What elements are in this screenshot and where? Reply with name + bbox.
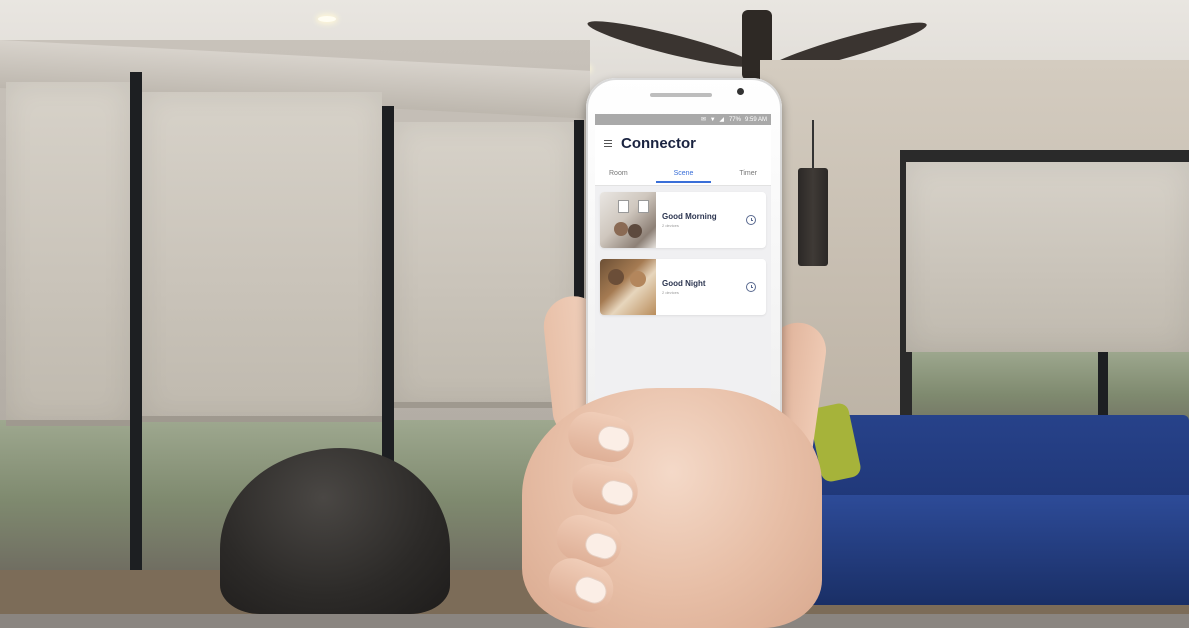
- scene-thumbnail: [600, 259, 656, 315]
- scene-subtitle: 2 devices: [662, 223, 679, 228]
- tab-bar: Room Scene Timer: [595, 161, 771, 186]
- scene-name: Good Night: [662, 279, 706, 288]
- ceiling-downlight: [318, 16, 336, 22]
- shade-bottom-bar: [142, 416, 382, 422]
- fingernail: [582, 529, 620, 563]
- scene-name: Good Morning: [662, 212, 717, 221]
- status-bar: ✉ ▼ ◢ 77% 9:59 AM: [595, 114, 771, 125]
- tab-room[interactable]: Room: [609, 164, 628, 183]
- scene-info: Good Night 2 devices: [656, 279, 746, 295]
- sofa-seat: [770, 495, 1189, 605]
- status-time: 9:59 AM: [744, 116, 767, 123]
- shade-bottom-bar: [6, 420, 130, 426]
- pendant-lamp: [798, 168, 828, 266]
- person-figure: [614, 222, 628, 236]
- scene-subtitle: 2 devices: [662, 290, 679, 295]
- hamburger-menu-icon[interactable]: [604, 139, 612, 147]
- app-header: Connector: [595, 125, 771, 161]
- phone-speaker: [650, 93, 712, 97]
- roller-shade: [6, 82, 130, 424]
- shade-bottom-bar: [394, 402, 574, 408]
- battery-level: 77%: [728, 116, 741, 123]
- fingernail: [595, 423, 633, 454]
- pendant-cord: [812, 120, 814, 170]
- clock-icon[interactable]: [746, 215, 756, 225]
- scene-card-good-morning[interactable]: Good Morning 2 devices: [600, 192, 766, 248]
- fingernail: [571, 572, 611, 608]
- tab-scene[interactable]: Scene: [655, 164, 712, 183]
- wall-art: [638, 200, 649, 213]
- phone-screen: ✉ ▼ ◢ 77% 9:59 AM Connector Room Scene T…: [595, 114, 771, 426]
- scene-thumbnail: [600, 192, 656, 248]
- app-title: Connector: [621, 134, 696, 152]
- scene-card-good-night[interactable]: Good Night 2 devices: [600, 259, 766, 315]
- scene-info: Good Morning 2 devices: [656, 212, 746, 228]
- tab-timer[interactable]: Timer: [739, 164, 757, 183]
- roller-shade: [142, 92, 382, 420]
- phone-camera: [737, 88, 744, 95]
- clock-icon[interactable]: [746, 282, 756, 292]
- person-figure: [630, 271, 646, 287]
- wall-art: [618, 200, 629, 213]
- person-figure: [608, 269, 624, 285]
- roller-shade-right: [906, 162, 1189, 352]
- person-figure: [628, 224, 642, 238]
- fingernail: [598, 477, 636, 509]
- status-icons: ✉ ▼ ◢: [701, 117, 725, 123]
- window-mullion: [130, 72, 142, 572]
- scene-list: Good Morning 2 devices Good Night 2 devi…: [595, 186, 771, 321]
